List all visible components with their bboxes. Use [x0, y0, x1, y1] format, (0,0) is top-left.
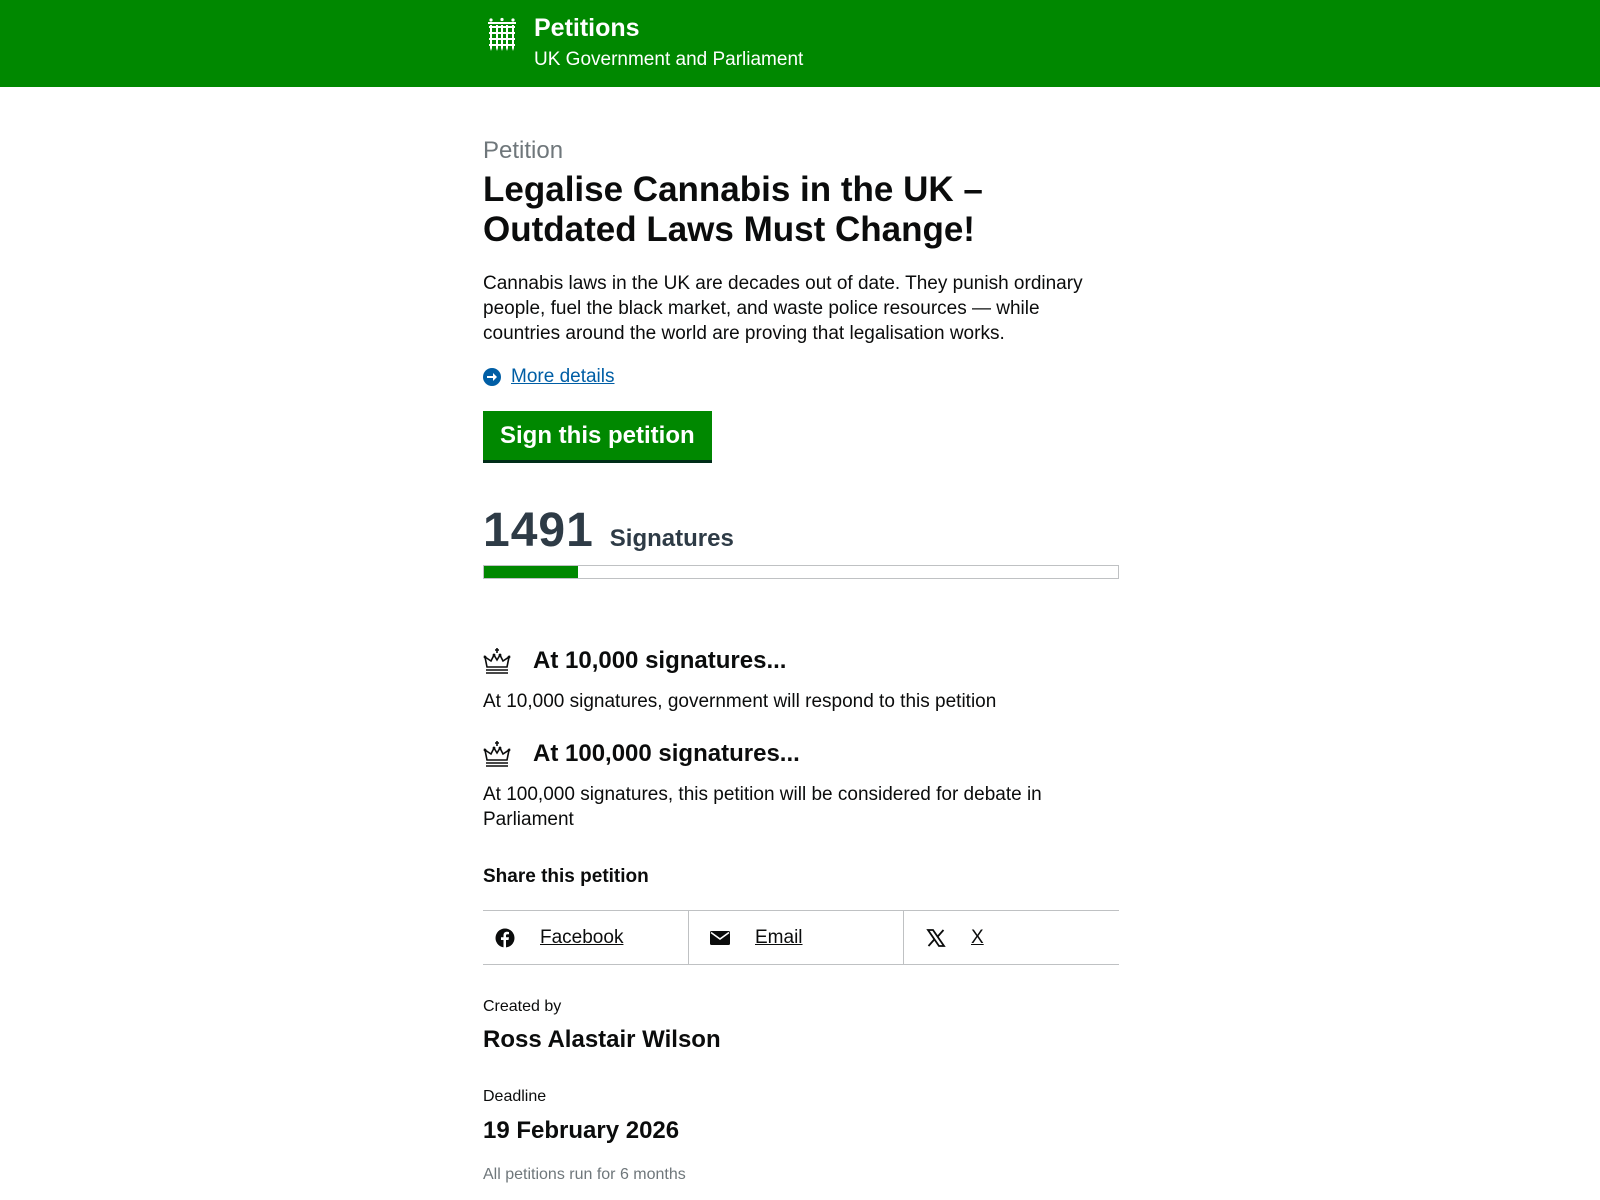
portcullis-icon — [488, 17, 516, 51]
share-x[interactable]: X — [904, 911, 1119, 964]
threshold-100000: At 100,000 signatures... At 100,000 sign… — [483, 740, 1119, 832]
facebook-icon — [495, 928, 515, 948]
share-facebook[interactable]: Facebook — [483, 911, 689, 964]
threshold-heading: At 100,000 signatures... — [483, 740, 1119, 768]
more-details-link[interactable]: More details — [511, 366, 615, 388]
petition-summary: Cannabis laws in the UK are decades out … — [483, 273, 1083, 344]
facebook-link[interactable]: Facebook — [540, 927, 623, 949]
deadline-label: Deadline — [483, 1088, 547, 1105]
site-subtitle: UK Government and Parliament — [534, 49, 804, 70]
site-title[interactable]: Petitions — [534, 13, 803, 43]
x-icon — [926, 928, 946, 947]
signature-count: 1491 Signatures — [483, 503, 734, 558]
signature-label: Signatures — [609, 525, 734, 552]
threshold-title: At 10,000 signatures... — [533, 647, 787, 674]
sign-petition-button[interactable]: Sign this petition — [483, 411, 712, 460]
creator-name: Ross Alastair Wilson — [483, 1026, 721, 1053]
created-by-label: Created by — [483, 998, 562, 1015]
crown-icon — [483, 648, 511, 674]
site-header: Petitions UK Government and Parliament — [0, 0, 1600, 87]
x-link[interactable]: X — [971, 927, 984, 949]
header-text: Petitions UK Government and Parliament — [534, 13, 803, 72]
signature-progress-bar — [483, 565, 1119, 579]
petition-caption: Petition — [483, 137, 564, 164]
progress-fill — [484, 566, 579, 578]
header-brand[interactable]: Petitions UK Government and Parliament — [487, 13, 803, 72]
threshold-title: At 100,000 signatures... — [533, 740, 800, 767]
deadline-note: All petitions run for 6 months — [483, 1166, 686, 1183]
signature-number: 1491 — [483, 504, 594, 557]
share-heading: Share this petition — [483, 866, 649, 887]
petition-title: Legalise Cannabis in the UK – Outdated L… — [483, 170, 983, 249]
threshold-text: At 100,000 signatures, this petition wil… — [483, 784, 1042, 830]
envelope-icon — [710, 930, 730, 945]
threshold-text: At 10,000 signatures, government will re… — [483, 691, 997, 712]
deadline-date: 19 February 2026 — [483, 1117, 680, 1144]
crown-icon — [483, 741, 511, 767]
email-link[interactable]: Email — [755, 927, 803, 949]
share-email[interactable]: Email — [689, 911, 904, 964]
share-links: Facebook Email X — [483, 910, 1119, 965]
arrow-right-circle-icon — [483, 368, 501, 386]
more-details[interactable]: More details — [483, 366, 615, 388]
threshold-heading: At 10,000 signatures... — [483, 647, 1119, 675]
threshold-10000: At 10,000 signatures... At 10,000 signat… — [483, 647, 1119, 714]
